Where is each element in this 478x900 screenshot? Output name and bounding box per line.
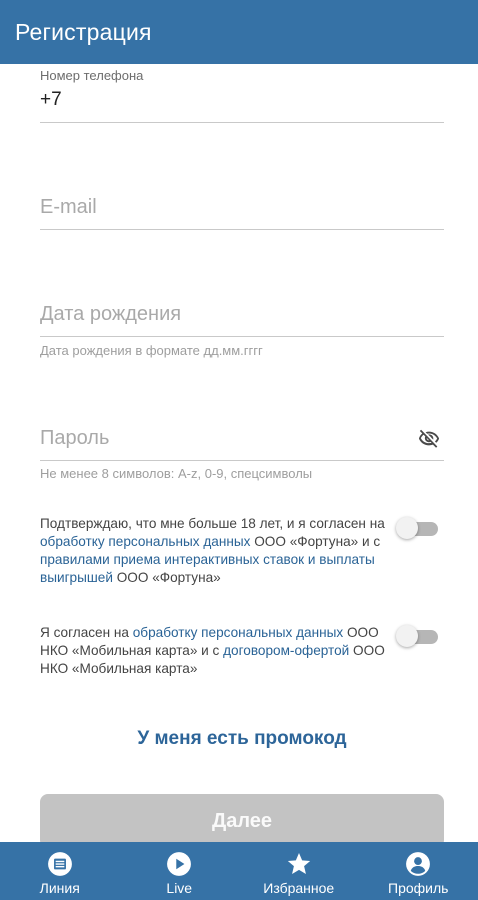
personal-data-link[interactable]: обработку персональных данных xyxy=(133,625,343,640)
birthdate-field[interactable]: Дата рождения Дата рождения в формате дд… xyxy=(40,297,444,363)
bottom-nav: Линия Live Избранное Профиль xyxy=(0,842,478,900)
phone-field[interactable]: Номер телефона +7 xyxy=(40,66,444,126)
consent-mobile-card-toggle[interactable] xyxy=(396,624,440,647)
consent-age-fortuna: Подтверждаю, что мне больше 18 лет, и я … xyxy=(40,515,385,587)
consent-mobile-card: Я согласен на обработку персональных дан… xyxy=(40,624,385,678)
phone-value[interactable]: +7 xyxy=(40,89,62,111)
nav-item-line[interactable]: Линия xyxy=(5,842,115,900)
phone-underline xyxy=(40,122,444,123)
next-button[interactable]: Далее xyxy=(40,794,444,848)
offer-agreement-link[interactable]: договором-офертой xyxy=(223,643,349,658)
nav-label: Live xyxy=(166,880,193,896)
password-underline xyxy=(40,460,444,461)
email-underline xyxy=(40,229,444,230)
personal-data-link[interactable]: обработку персональных данных xyxy=(40,534,250,549)
phone-label: Номер телефона xyxy=(40,68,144,83)
consent-text: ООО «Фортуна» xyxy=(112,570,221,585)
play-icon xyxy=(167,852,192,876)
email-placeholder: E-mail xyxy=(40,196,97,218)
password-helper: Не менее 8 символов: A-z, 0-9, спецсимво… xyxy=(40,466,313,481)
nav-label: Профиль xyxy=(388,880,449,896)
nav-item-favorites[interactable]: Избранное xyxy=(244,842,354,900)
password-field[interactable]: Пароль Не менее 8 символов: A-z, 0-9, сп… xyxy=(40,421,444,487)
registration-screen: Регистрация Номер телефона +7 E-mail Дат… xyxy=(0,0,478,900)
consent-text: Я согласен на xyxy=(40,625,133,640)
toggle-knob xyxy=(396,517,418,539)
email-field[interactable]: E-mail xyxy=(40,190,444,234)
birthdate-helper: Дата рождения в формате дд.мм.гггг xyxy=(40,343,263,358)
birthdate-underline xyxy=(40,336,444,337)
consent-text: ООО «Фортуна» и с xyxy=(250,534,381,549)
promo-code-link[interactable]: У меня есть промокод xyxy=(0,728,478,750)
line-icon xyxy=(47,852,72,876)
nav-item-profile[interactable]: Профиль xyxy=(363,842,473,900)
eye-off-icon[interactable] xyxy=(416,428,442,450)
profile-icon xyxy=(406,852,431,876)
consent-text: Подтверждаю, что мне больше 18 лет, и я … xyxy=(40,516,385,531)
birthdate-placeholder: Дата рождения xyxy=(40,303,182,325)
toggle-knob xyxy=(396,625,418,647)
star-icon xyxy=(287,852,310,874)
nav-label: Линия xyxy=(39,880,80,896)
page-title: Регистрация xyxy=(15,18,152,45)
password-placeholder: Пароль xyxy=(40,427,110,449)
nav-item-live[interactable]: Live xyxy=(124,842,234,900)
app-header: Регистрация xyxy=(0,0,478,64)
nav-label: Избранное xyxy=(263,880,335,896)
consent-age-toggle[interactable] xyxy=(396,516,440,539)
